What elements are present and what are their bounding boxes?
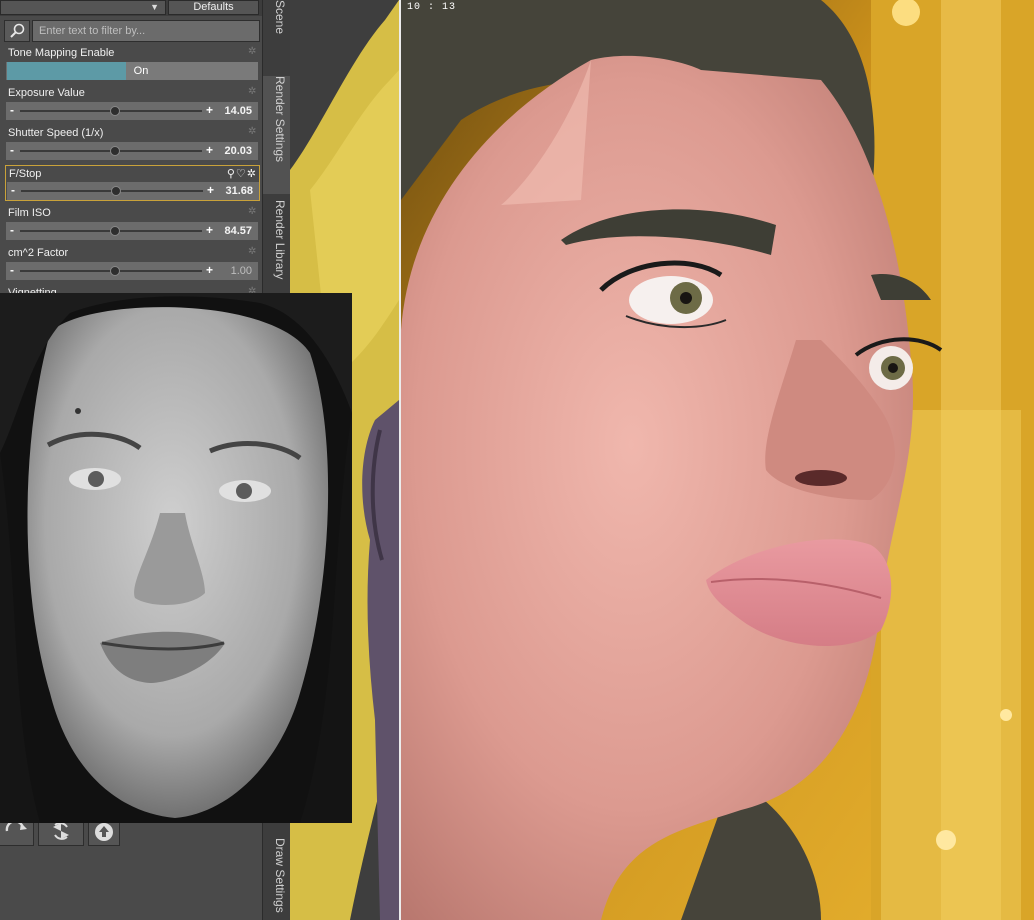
property-tone-mapping-enable: Tone Mapping Enable ✲ On (5, 45, 260, 81)
gear-icon[interactable]: ✲ (248, 207, 258, 217)
defaults-button[interactable]: Defaults (168, 0, 259, 15)
tab-render-library[interactable]: Render Library (263, 200, 291, 300)
slider-knob[interactable] (110, 226, 120, 236)
gear-icon[interactable]: ✲ (247, 168, 257, 180)
property-label: Film ISO (8, 207, 51, 219)
slider-knob[interactable] (110, 146, 120, 156)
property-label: Exposure Value (8, 87, 85, 99)
property-shutter-speed: Shutter Speed (1/x) ✲ - + 20.03 (5, 125, 260, 161)
property-exposure-value: Exposure Value ✲ - + 14.05 (5, 85, 260, 121)
property-value[interactable]: 20.03 (224, 142, 252, 160)
tab-scene[interactable]: Scene (263, 0, 291, 70)
property-icons: ⚲♡✲ (227, 167, 257, 180)
filter-row (4, 20, 260, 42)
cm2-factor-slider[interactable]: - + 1.00 (6, 262, 258, 280)
decrement-button[interactable]: - (10, 142, 14, 158)
preset-bar: ▼ Defaults (0, 0, 262, 16)
increment-button[interactable]: + (206, 102, 213, 119)
tab-label: Render Library (273, 200, 287, 280)
property-label: Shutter Speed (1/x) (8, 127, 104, 139)
slider-knob[interactable] (111, 186, 121, 196)
shutter-speed-slider[interactable]: - + 20.03 (6, 142, 258, 160)
property-value[interactable]: 84.57 (224, 222, 252, 240)
slider-knob[interactable] (110, 106, 120, 116)
preset-dropdown[interactable]: ▼ (0, 0, 166, 15)
f-stop-slider[interactable]: - + 31.68 (7, 182, 259, 200)
property-value[interactable]: 14.05 (224, 102, 252, 120)
reference-photo[interactable] (0, 293, 352, 823)
link-icon[interactable]: ⚲ (227, 168, 236, 180)
decrement-button[interactable]: - (10, 222, 14, 238)
increment-button[interactable]: + (206, 262, 213, 279)
property-value[interactable]: 31.68 (225, 182, 253, 200)
property-f-stop: F/Stop ⚲♡✲ - + 31.68 (5, 165, 260, 201)
exposure-slider[interactable]: - + 14.05 (6, 102, 258, 120)
toggle-on-segment[interactable]: On (126, 62, 258, 80)
reference-photo-image (0, 293, 352, 823)
chevron-down-icon: ▼ (150, 2, 159, 12)
property-cm2-factor: cm^2 Factor ✲ - + 1.00 (5, 245, 260, 281)
rendered-face-image (401, 0, 1034, 920)
decrement-button[interactable]: - (10, 102, 14, 118)
filter-input[interactable] (32, 20, 260, 42)
property-value[interactable]: 1.00 (231, 262, 252, 280)
render-viewport[interactable]: 10 : 13 (399, 0, 1034, 920)
property-label: Tone Mapping Enable (8, 47, 115, 59)
search-button[interactable] (4, 20, 30, 42)
render-time-readout: 10 : 13 (407, 2, 457, 13)
decrement-button[interactable]: - (10, 262, 14, 278)
film-iso-slider[interactable]: - + 84.57 (6, 222, 258, 240)
increment-button[interactable]: + (206, 142, 213, 159)
tab-label: Scene (273, 0, 287, 35)
gear-icon[interactable]: ✲ (248, 87, 258, 97)
gear-icon[interactable]: ✲ (248, 47, 258, 57)
slider-knob[interactable] (110, 266, 120, 276)
tab-draw-settings[interactable]: Draw Settings (263, 838, 291, 920)
tab-label: Render Settings (273, 76, 287, 163)
gear-icon[interactable]: ✲ (248, 127, 258, 137)
increment-button[interactable]: + (206, 222, 213, 239)
heart-icon[interactable]: ♡ (236, 168, 247, 180)
property-film-iso: Film ISO ✲ - + 84.57 (5, 205, 260, 241)
gear-icon[interactable]: ✲ (248, 247, 258, 257)
property-label: F/Stop (9, 168, 42, 180)
magnifier-icon (10, 23, 25, 38)
toggle-off-segment[interactable] (7, 62, 126, 80)
toggle-on-label: On (133, 65, 149, 77)
tone-mapping-toggle[interactable]: On (6, 62, 258, 80)
tab-render-settings[interactable]: Render Settings (263, 76, 291, 194)
tab-label: Draw Settings (273, 838, 287, 913)
increment-button[interactable]: + (207, 182, 214, 199)
decrement-button[interactable]: - (11, 182, 15, 198)
property-label: cm^2 Factor (8, 247, 69, 259)
